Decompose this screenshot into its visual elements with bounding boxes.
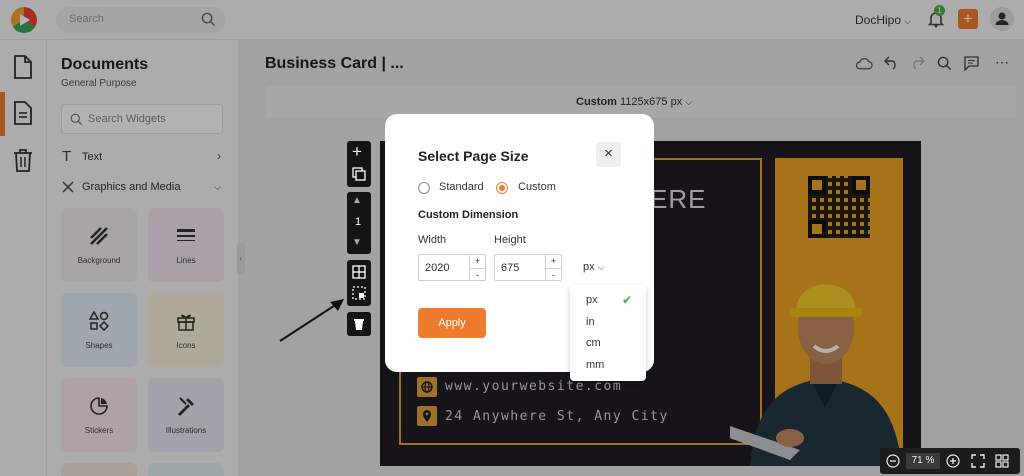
- zoom-out-icon[interactable]: [886, 454, 900, 468]
- height-label: Height: [494, 234, 526, 246]
- chevron-up-icon[interactable]: ▲: [352, 195, 362, 206]
- unit-select[interactable]: px ⌵: [583, 261, 605, 273]
- zoom-in-icon[interactable]: [946, 454, 960, 468]
- radio-custom[interactable]: [496, 182, 508, 194]
- unit-select-value: px: [583, 261, 595, 273]
- unit-option-in[interactable]: in: [586, 316, 595, 328]
- grid-view-icon[interactable]: [995, 454, 1009, 468]
- unit-option-px[interactable]: px: [586, 294, 598, 306]
- apply-button[interactable]: Apply: [418, 308, 486, 338]
- unit-option-mm[interactable]: mm: [586, 359, 604, 371]
- unit-dropdown-menu: px ✔ in cm mm: [570, 285, 646, 381]
- width-input[interactable]: 2020 + -: [418, 254, 486, 281]
- width-decrement[interactable]: -: [469, 268, 485, 281]
- radio-custom-label[interactable]: Custom: [518, 181, 556, 193]
- page-number: 1: [355, 216, 362, 228]
- height-input[interactable]: 675 + -: [494, 254, 562, 281]
- chevron-down-icon: ⌵: [597, 262, 605, 272]
- fullscreen-icon[interactable]: [971, 454, 985, 468]
- chevron-down-icon[interactable]: ▼: [352, 237, 362, 248]
- close-button[interactable]: ×: [596, 142, 621, 167]
- width-label: Width: [418, 234, 447, 246]
- dialog-title: Select Page Size: [418, 148, 529, 164]
- select-area-icon[interactable]: [352, 286, 366, 300]
- height-value: 675: [501, 262, 520, 274]
- height-decrement[interactable]: -: [545, 268, 561, 281]
- check-icon: ✔: [622, 293, 633, 307]
- annotation-arrow: [279, 299, 344, 342]
- add-page-icon[interactable]: +: [352, 142, 362, 162]
- custom-dimension-heading: Custom Dimension: [418, 209, 519, 221]
- unit-option-cm[interactable]: cm: [586, 337, 601, 349]
- width-increment[interactable]: +: [469, 255, 485, 268]
- duplicate-page-icon[interactable]: [352, 167, 366, 181]
- zoom-value[interactable]: 71 %: [906, 453, 940, 469]
- trash-icon: [354, 319, 364, 330]
- grid-icon[interactable]: [352, 265, 366, 279]
- width-value: 2020: [425, 262, 450, 274]
- radio-standard[interactable]: [418, 182, 430, 194]
- height-increment[interactable]: +: [545, 255, 561, 268]
- radio-standard-label[interactable]: Standard: [439, 181, 484, 193]
